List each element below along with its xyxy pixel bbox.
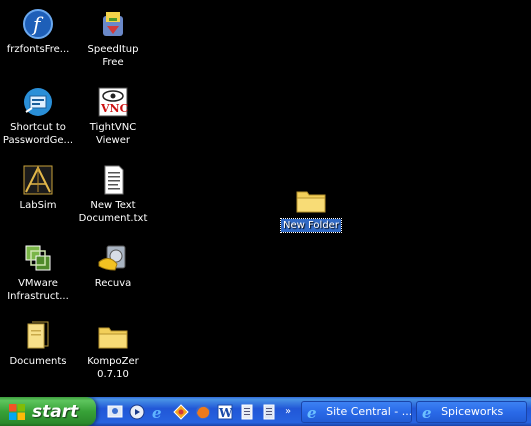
document-icon[interactable] [238,403,255,420]
quick-launch-bar: e W [106,403,277,420]
desktop-icon-new-text-document[interactable]: New Text Document.txt [75,164,151,225]
recuva-icon [97,242,129,274]
firefox-icon[interactable] [194,403,211,420]
desktop-icon-tightvnc[interactable]: VNC TightVNC Viewer [75,86,151,147]
desktop-icon-documents[interactable]: Documents [0,320,76,368]
desktop-icon-recuva[interactable]: Recuva [75,242,151,290]
password-generator-icon [22,86,54,118]
svg-text:e: e [152,404,162,420]
ie-icon[interactable]: e [150,403,167,420]
svg-text:VNC: VNC [100,102,129,115]
desktop-icon-labsim[interactable]: LabSim [0,164,76,212]
documents-icon [22,320,54,352]
desktop-icon-frzfonts[interactable]: f frzfontsFre... [0,8,76,56]
text-document-icon [97,164,129,196]
icon-label: New Folder [280,218,342,233]
svg-text:W: W [218,406,233,420]
word-icon[interactable]: W [216,403,233,420]
svg-text:e: e [422,404,432,420]
quick-launch-more-button[interactable]: » [285,406,291,417]
vmware-icon [22,242,54,274]
taskbar-button-spiceworks[interactable]: e Spiceworks [416,400,527,423]
speeditup-icon [97,8,129,40]
app-icon[interactable] [172,403,189,420]
icon-label: Recuva [94,278,132,289]
icon-label: VMware Infrastruct... [7,278,69,302]
media-player-icon[interactable] [128,403,145,420]
desktop-icon-new-folder[interactable]: New Folder [273,184,349,233]
icon-label: frzfontsFre... [6,44,70,55]
windows-flag-icon [8,403,26,421]
desktop-icon-speeditup[interactable]: SpeedItup Free [75,8,151,69]
folder-icon [295,184,327,216]
vnc-icon: VNC [97,86,129,118]
taskbar: start e W » e Site Central - ... e Spice… [0,397,531,426]
taskbar-button-label: Site Central - ... [326,405,412,418]
icon-label: LabSim [19,200,57,211]
icon-label: SpeedItup Free [87,44,139,68]
icon-label: Shortcut to PasswordGe... [2,122,74,146]
start-label: start [32,401,79,422]
taskbar-button-label: Spiceworks [441,405,504,418]
desktop-icon-vmware[interactable]: VMware Infrastruct... [0,242,76,303]
document-icon[interactable] [260,403,277,420]
firefox-like-f-icon: f [22,8,54,40]
labsim-icon [22,164,54,196]
folder-icon [97,320,129,352]
ie-icon: e [421,404,437,422]
taskbar-button-site-central[interactable]: e Site Central - ... [301,400,413,423]
desktop[interactable]: f frzfontsFre... SpeedItup Free Shortcut… [0,0,531,397]
start-button[interactable]: start [0,397,97,426]
icon-label: TightVNC Viewer [89,122,137,146]
icon-label: KompoZer 0.7.10 [87,356,139,380]
show-desktop-icon[interactable] [106,403,123,420]
desktop-icon-password-generator[interactable]: Shortcut to PasswordGe... [0,86,76,147]
ie-icon: e [306,404,322,422]
svg-text:e: e [307,404,317,420]
desktop-icon-kompozer[interactable]: KompoZer 0.7.10 [75,320,151,381]
icon-label: Documents [9,356,67,367]
icon-label: New Text Document.txt [78,200,148,224]
